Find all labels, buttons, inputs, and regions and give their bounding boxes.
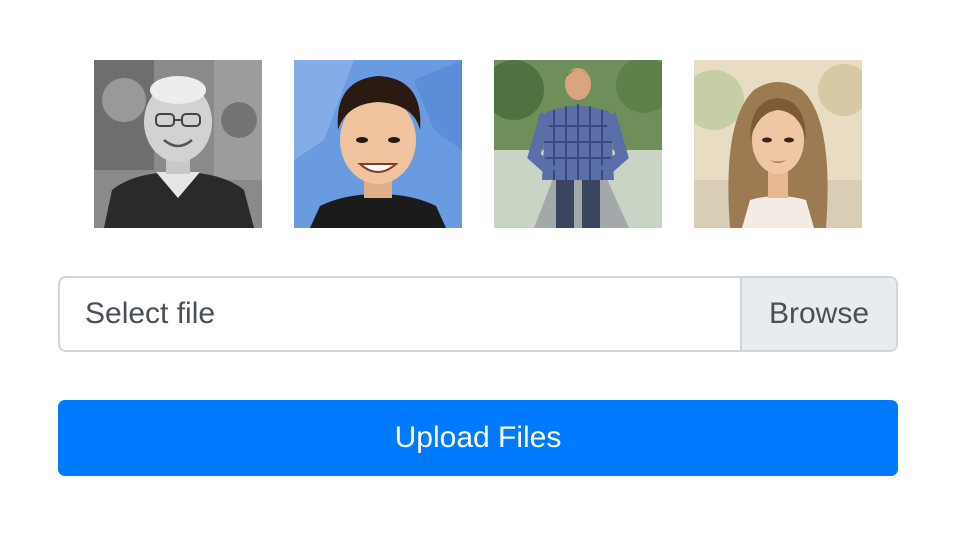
elderly-man-photo <box>94 60 262 228</box>
file-input-label[interactable]: Select file <box>85 278 215 350</box>
upload-files-button[interactable]: Upload Files <box>58 400 898 476</box>
thumbnail-image <box>294 60 462 228</box>
browse-button[interactable]: Browse <box>740 278 896 350</box>
thumbnail-image <box>94 60 262 228</box>
man-plaid-shirt-photo <box>494 60 662 228</box>
thumbnail-gallery <box>94 60 862 228</box>
thumbnail-image <box>694 60 862 228</box>
thumbnail-image <box>494 60 662 228</box>
file-input[interactable]: Select file Browse <box>58 276 898 352</box>
woman-long-hair-photo <box>694 60 862 228</box>
young-man-photo <box>294 60 462 228</box>
